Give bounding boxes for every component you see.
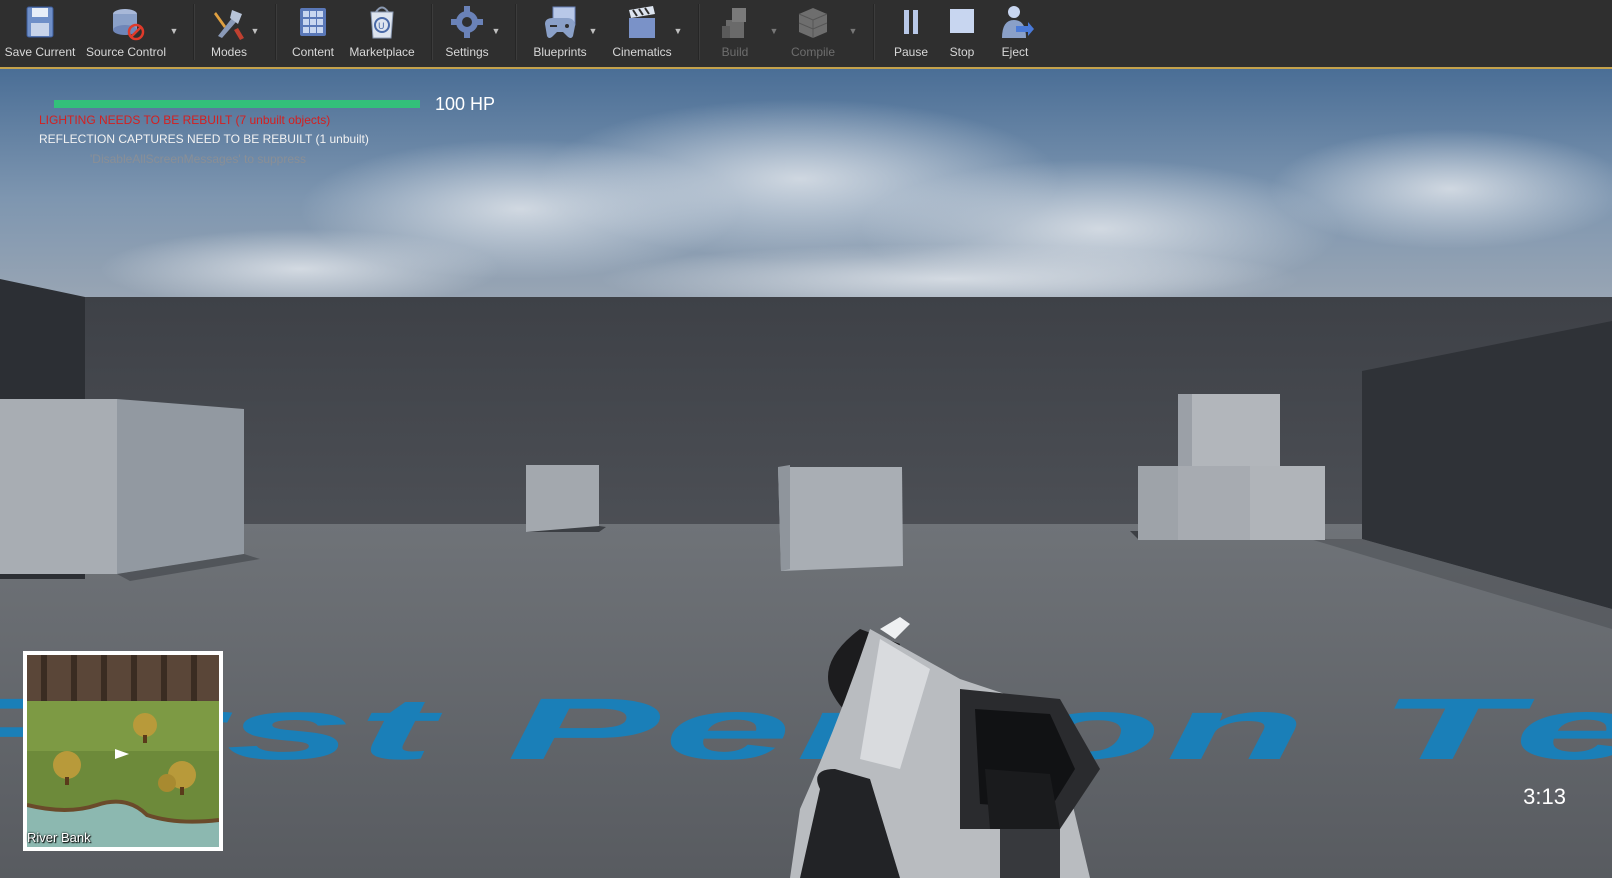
game-viewport[interactable]: First Person Template 100 HP LIGHTING NE… xyxy=(0,69,1612,878)
compile-label: Compile xyxy=(790,45,835,59)
toolbar-separator xyxy=(431,4,432,60)
modes-tools-icon xyxy=(214,10,244,40)
cinematics-button[interactable]: Cinematics xyxy=(604,2,680,62)
cube-center xyxy=(778,465,903,571)
pause-icon xyxy=(904,10,918,34)
source-control-button[interactable]: Source Control xyxy=(82,2,170,62)
clapperboard-icon xyxy=(629,6,655,38)
svg-text:U: U xyxy=(378,22,385,32)
match-timer: 3:13 xyxy=(1523,784,1566,809)
health-bar-fill xyxy=(54,100,420,108)
stop-label: Stop xyxy=(949,45,975,59)
save-current-label: Save Current xyxy=(4,45,76,59)
blueprints-button[interactable]: Blueprints xyxy=(524,2,596,62)
source-control-icon xyxy=(113,9,145,41)
lighting-warning-message: LIGHTING NEEDS TO BE REBUILT (7 unbuilt … xyxy=(39,113,331,127)
source-control-label: Source Control xyxy=(85,45,167,59)
toolbar-separator xyxy=(193,4,194,60)
floor-text: First Person Template xyxy=(0,680,1612,777)
health-bar xyxy=(54,100,420,108)
marketplace-button[interactable]: U Marketplace xyxy=(344,2,420,62)
compile-cubes-icon xyxy=(798,8,828,38)
save-icon xyxy=(26,6,54,38)
settings-button[interactable]: Settings xyxy=(438,2,496,62)
suppress-hint-message: 'DisableAllScreenMessages' to suppress xyxy=(90,152,307,166)
source-control-dropdown-icon[interactable]: ▼ xyxy=(168,26,180,36)
build-dropdown-icon[interactable]: ▼ xyxy=(768,26,780,36)
health-text: 100 HP xyxy=(435,94,496,114)
minimap: River Bank xyxy=(23,651,223,851)
eject-label: Eject xyxy=(1001,45,1029,59)
floor-text-group: First Person Template xyxy=(0,680,1612,777)
marketplace-bag-icon: U xyxy=(370,6,394,39)
blueprints-gamepad-icon xyxy=(545,6,576,38)
toolbar-separator xyxy=(873,4,874,60)
cinematics-dropdown-icon[interactable]: ▼ xyxy=(672,26,684,36)
compile-button[interactable]: Compile xyxy=(782,2,844,62)
content-label: Content xyxy=(291,45,335,59)
blueprints-dropdown-icon[interactable]: ▼ xyxy=(587,26,599,36)
minimap-terrain xyxy=(27,655,219,847)
blueprints-label: Blueprints xyxy=(533,45,587,59)
build-label: Build xyxy=(721,45,749,59)
build-blocks-icon xyxy=(722,8,746,38)
cube-small xyxy=(526,465,606,532)
eject-button[interactable]: Eject xyxy=(988,2,1042,62)
stop-button[interactable]: Stop xyxy=(937,2,987,62)
minimap-location-label: River Bank xyxy=(27,830,91,845)
marketplace-label: Marketplace xyxy=(349,45,415,59)
content-button[interactable]: Content xyxy=(284,2,342,62)
modes-dropdown-icon[interactable]: ▼ xyxy=(249,26,261,36)
editor-toolbar: Save Current Source Control ▼ Modes ▼ Co… xyxy=(0,0,1612,69)
compile-dropdown-icon[interactable]: ▼ xyxy=(847,26,859,36)
toolbar-separator xyxy=(698,4,699,60)
toolbar-separator xyxy=(275,4,276,60)
level-scene: First Person Template xyxy=(0,69,1612,878)
stop-icon xyxy=(950,9,974,33)
modes-label: Modes xyxy=(210,45,248,59)
settings-dropdown-icon[interactable]: ▼ xyxy=(490,26,502,36)
content-grid-icon xyxy=(300,8,326,36)
reflection-warning-message: REFLECTION CAPTURES NEED TO BE REBUILT (… xyxy=(39,132,369,146)
pause-label: Pause xyxy=(893,45,929,59)
eject-person-icon xyxy=(1002,6,1034,38)
cinematics-label: Cinematics xyxy=(612,45,672,59)
settings-label: Settings xyxy=(445,45,489,59)
pause-button[interactable]: Pause xyxy=(884,2,938,62)
gear-icon xyxy=(451,6,483,38)
toolbar-separator xyxy=(515,4,516,60)
build-button[interactable]: Build xyxy=(706,2,764,62)
cube-left xyxy=(0,399,260,581)
save-current-button[interactable]: Save Current xyxy=(2,2,78,62)
